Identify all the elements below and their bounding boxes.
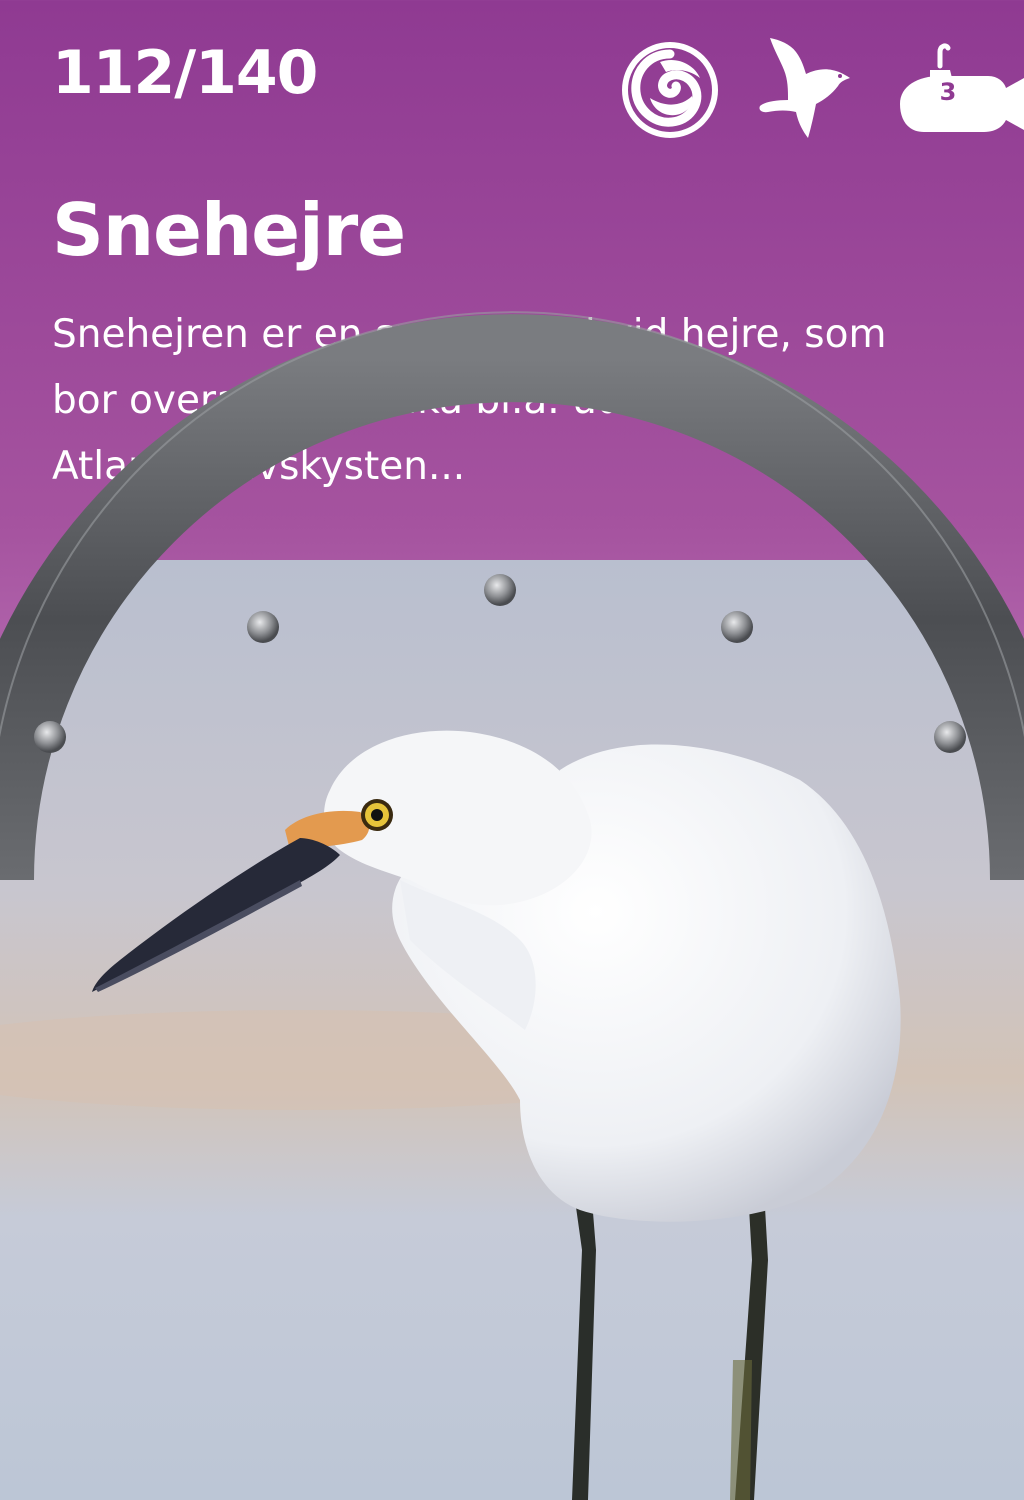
species-card: 112/140 3 Snehejre Snehejren er en smuk,… (0, 0, 1024, 1500)
porthole-photo (0, 311, 1024, 1500)
